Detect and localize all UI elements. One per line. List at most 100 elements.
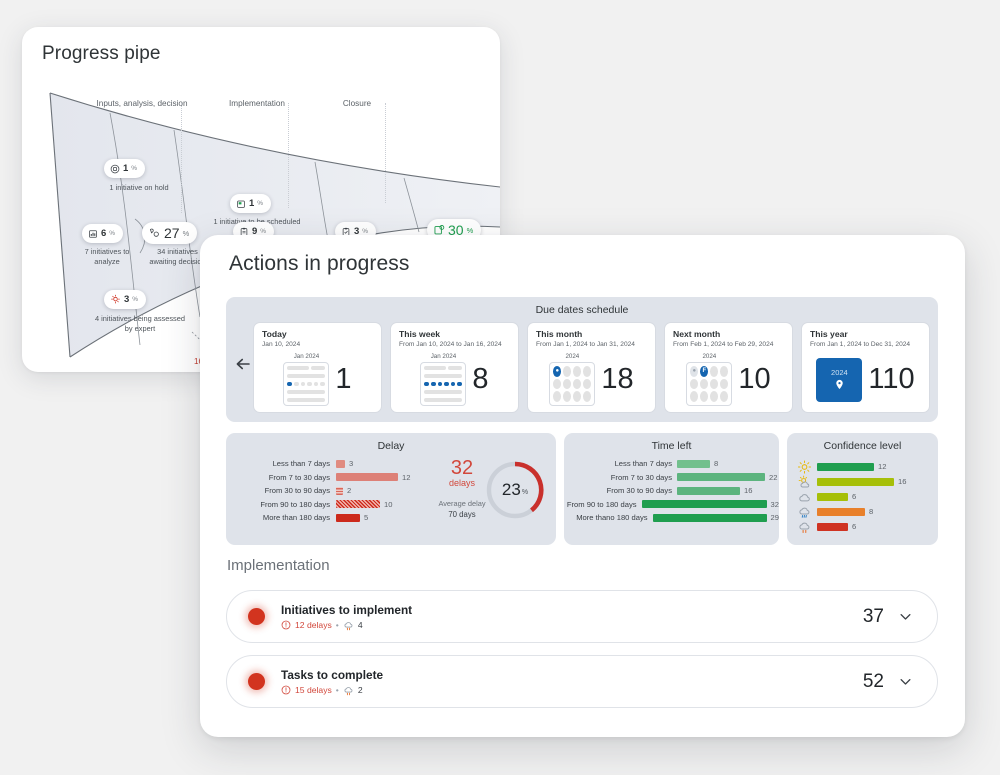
app-root: Progress pipe Inputs, analysis, decision xyxy=(0,0,1000,775)
delay-title: Delay xyxy=(377,440,405,452)
due-card-name-0: Today xyxy=(262,329,287,339)
time-left-panel: Time left Less than 7 days 8 From 7 to 3… xyxy=(564,433,779,545)
alert-circle-icon xyxy=(281,685,291,695)
pipe-badge-to-be-scheduled[interactable]: 1% xyxy=(230,194,272,213)
confidence-bar-row: 12 xyxy=(797,459,938,474)
mini-calendar-label-3: 2024 xyxy=(702,353,717,360)
pipe-badge-pct-1: 1 xyxy=(249,198,255,209)
pipe-badge-to-analyze[interactable]: 6% xyxy=(82,224,124,243)
implementation-row-text: Tasks to complete 15 delays • 2 xyxy=(281,668,863,696)
pipe-badge-awaiting-decision[interactable]: 27% xyxy=(142,222,198,244)
due-card-range-3: From Feb 1, 2024 to Feb 29, 2024 xyxy=(673,341,774,348)
implementation-separator-0: • xyxy=(335,620,339,630)
implementation-row-text: Initiatives to implement 12 delays • 4 xyxy=(281,603,863,631)
time-left-label-1: From 7 to 30 days xyxy=(610,472,672,482)
due-card-this-week[interactable]: This week From Jan 10, 2024 to Jan 16, 2… xyxy=(390,322,519,413)
pipe-badge-expert-assessment[interactable]: 3% xyxy=(104,290,147,309)
gauge-value: 23 xyxy=(501,480,521,499)
time-left-value-1: 22 xyxy=(769,472,778,482)
due-card-range-2: From Jan 1, 2024 to Jan 31, 2024 xyxy=(536,341,635,348)
time-left-bar-row: From 30 to 90 days 16 xyxy=(564,484,779,498)
confidence-bar-row: 8 xyxy=(797,504,938,519)
mini-calendar-body-0 xyxy=(283,362,330,406)
pipe-badge-sym-1: % xyxy=(257,200,264,207)
implementation-row-tasks[interactable]: Tasks to complete 15 delays • 2 52 xyxy=(226,655,938,708)
delay-bar-label-0: Less than 7 days xyxy=(272,459,330,469)
confidence-bar-chart: 12 16 6 8 6 xyxy=(797,459,938,534)
delay-bar-label-3: From 90 to 180 days xyxy=(260,499,330,509)
month-grid-2: ● xyxy=(549,362,596,406)
sun-cloud-icon xyxy=(798,475,810,487)
implementation-row-meta: 12 delays • 4 xyxy=(281,620,863,631)
expert-icon xyxy=(110,294,121,305)
calendar-add-icon xyxy=(236,199,246,209)
mini-calendar-1: Jan 2024 xyxy=(420,353,467,406)
time-left-bar-4 xyxy=(652,513,767,522)
chevron-down-icon[interactable] xyxy=(898,674,913,689)
implementation-row-meta: 15 delays • 2 xyxy=(281,685,863,696)
storm-cloud-icon xyxy=(799,522,810,533)
due-card-range-1: From Jan 10, 2024 to Jan 16, 2024 xyxy=(399,341,502,348)
confidence-bar-row: 16 xyxy=(797,474,938,489)
delay-bar-row: Less than 7 days 3 xyxy=(226,457,451,471)
storm-cloud-icon xyxy=(344,686,353,695)
month-cell-selected: ● xyxy=(553,366,562,377)
pipe-badge-pct-0: 1 xyxy=(123,163,129,174)
location-pin-icon: ● xyxy=(555,368,560,375)
implementation-row-initiatives[interactable]: Initiatives to implement 12 delays • 4 3… xyxy=(226,590,938,643)
time-left-value-4: 29 xyxy=(770,513,779,523)
due-card-today[interactable]: Today Jan 10, 2024 Jan 2024 1 xyxy=(253,322,382,413)
page-title: Actions in progress xyxy=(229,252,410,275)
mini-calendar-2: 2024 ● xyxy=(549,353,596,406)
chevron-down-icon[interactable] xyxy=(898,609,913,624)
due-dates-panel: Due dates schedule Today Jan 10, 2024 Ja… xyxy=(226,297,938,422)
pipe-badge-sym-4: % xyxy=(132,296,139,303)
pipe-badge-sym-6: % xyxy=(362,228,369,235)
mini-calendar-label-1: Jan 2024 xyxy=(430,353,457,360)
delay-bar-2 xyxy=(336,486,343,495)
confidence-bar-0 xyxy=(817,462,874,471)
cloud-icon xyxy=(799,493,810,501)
back-arrow-icon[interactable] xyxy=(234,355,252,373)
pipe-badge-sym-0: % xyxy=(131,165,138,172)
storm-cloud-icon xyxy=(344,621,353,630)
due-card-range-0: Jan 10, 2024 xyxy=(262,341,301,348)
mini-calendar-0: Jan 2024 xyxy=(283,353,330,406)
delay-bar-4 xyxy=(336,513,360,522)
due-card-name-4: This year xyxy=(810,329,848,339)
pipe-badge-on-hold[interactable]: 1% xyxy=(104,159,146,178)
confidence-value-2: 6 xyxy=(852,492,857,501)
red-status-dot xyxy=(248,673,265,690)
pipe-badge-pct-2: 6 xyxy=(101,228,107,239)
delay-bar-row: From 30 to 90 days 2 xyxy=(226,484,451,498)
time-left-title: Time left xyxy=(651,440,692,452)
actions-in-progress-card: Actions in progress Due dates schedule T… xyxy=(200,235,965,737)
year-tile-label: 2024 xyxy=(831,368,848,377)
implementation-section-title: Implementation xyxy=(227,557,330,574)
delay-bar-label-4: More than 180 days xyxy=(262,513,330,523)
time-left-label-4: More thano 180 days xyxy=(576,513,648,523)
year-tile-4: 2024 xyxy=(816,357,863,402)
due-dates-title: Due dates schedule xyxy=(535,304,629,316)
implementation-row-name-0: Initiatives to implement xyxy=(281,602,413,617)
confidence-value-0: 12 xyxy=(878,462,887,471)
delay-panel: Delay Less than 7 days 3 From 7 to 30 da… xyxy=(226,433,556,545)
delay-bar-value-2: 2 xyxy=(347,486,352,496)
confidence-value-4: 6 xyxy=(852,522,857,531)
due-card-value-2: 18 xyxy=(601,363,634,395)
implementation-delays-0: 12 delays xyxy=(295,620,332,630)
delay-bar-row: More than 180 days 5 xyxy=(226,511,451,525)
due-card-this-month[interactable]: This month From Jan 1, 2024 to Jan 31, 2… xyxy=(527,322,656,413)
time-left-bar-1 xyxy=(677,473,765,482)
pipe-divider-2 xyxy=(385,103,386,203)
delay-bar-label-1: From 7 to 30 days xyxy=(268,472,330,482)
pipe-stage-label-2: Closure xyxy=(342,99,372,108)
time-left-bar-row: More thano 180 days 29 xyxy=(564,511,779,525)
time-left-label-0: Less than 7 days xyxy=(614,459,672,469)
due-card-value-1: 8 xyxy=(472,363,489,395)
due-card-this-year[interactable]: This year From Jan 1, 2024 to Dec 31, 20… xyxy=(801,322,930,413)
implementation-count-0: 37 xyxy=(862,605,884,627)
due-card-next-month[interactable]: Next month From Feb 1, 2024 to Feb 29, 2… xyxy=(664,322,793,413)
pipe-caption-0: 1 initiative on hold xyxy=(109,183,169,192)
delay-bar-value-0: 3 xyxy=(349,459,354,469)
